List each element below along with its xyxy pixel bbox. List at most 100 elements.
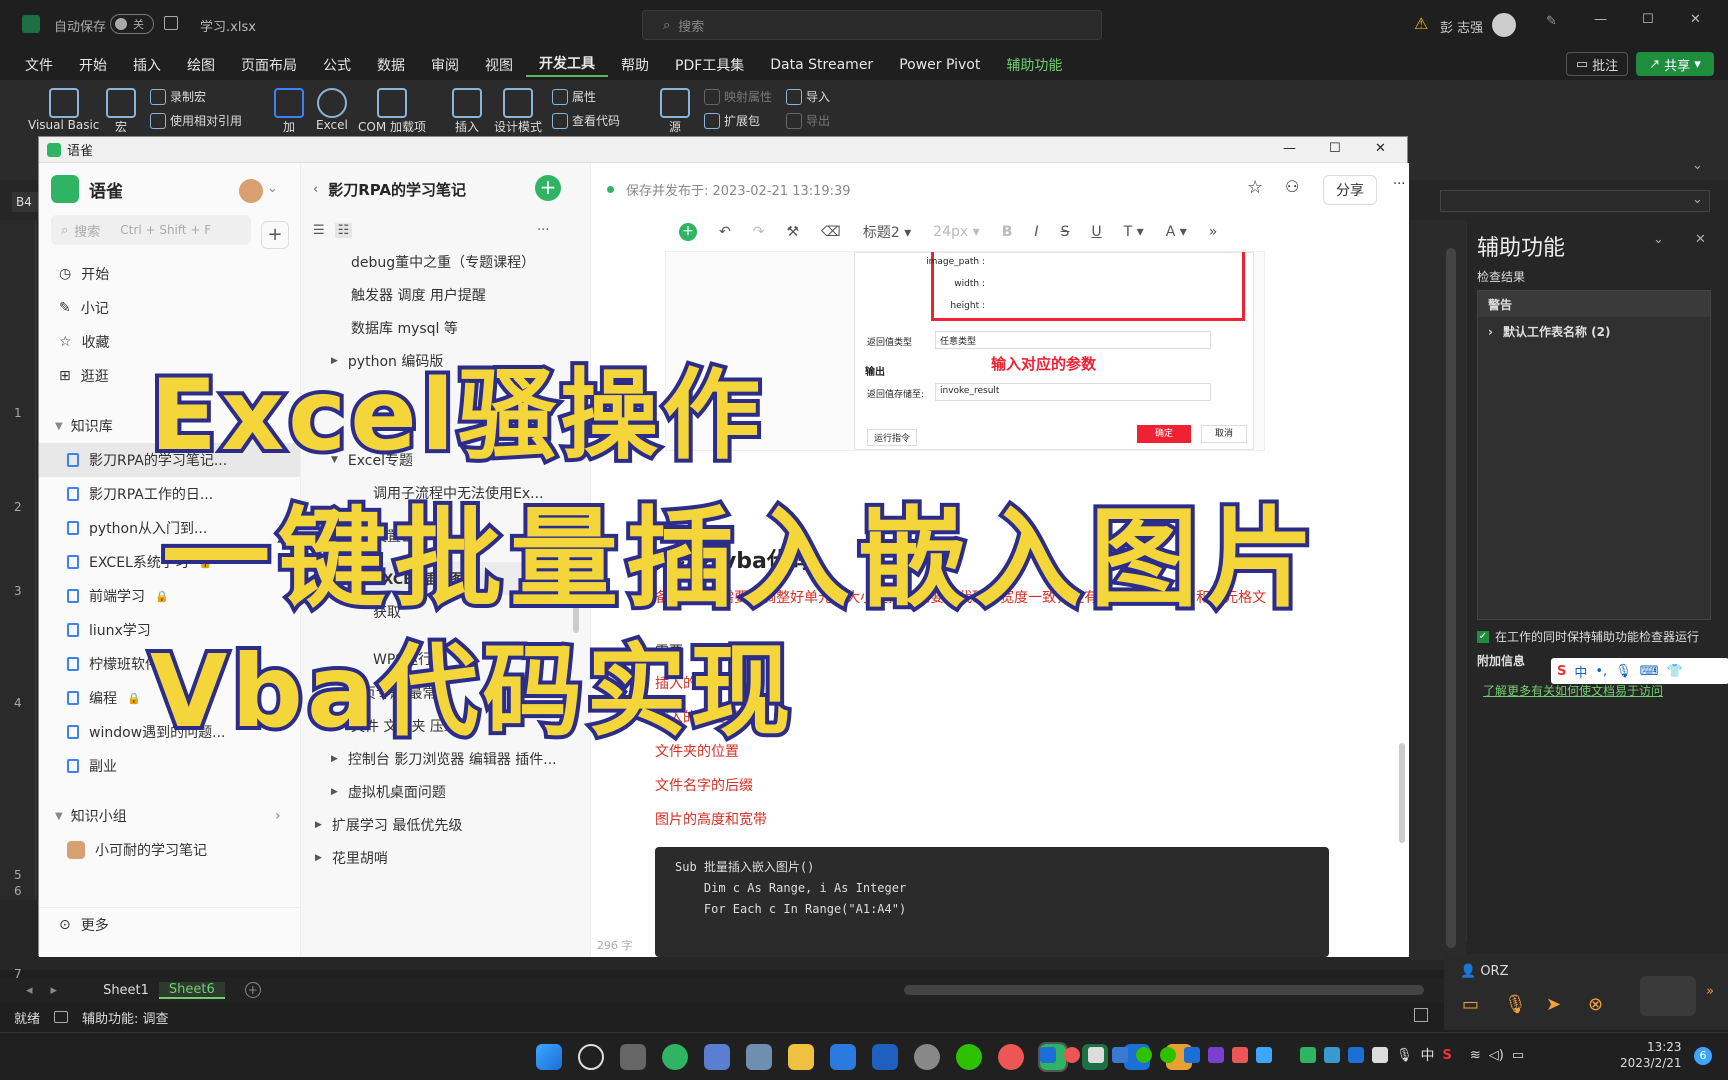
formula-bar[interactable] [1440,190,1710,212]
comments-button[interactable]: ▭ 批注 [1566,52,1628,76]
minimize-icon[interactable]: — [1594,12,1607,27]
sidebar-item-start[interactable]: ◷ 开始 [39,257,300,291]
tab-developer[interactable]: 开发工具 [526,53,608,77]
underline-icon[interactable]: U [1091,224,1101,240]
bold-icon[interactable]: B [1002,224,1013,240]
sidebar-item-notes[interactable]: ✎ 小记 [39,291,300,325]
row-header[interactable]: 5 [14,868,22,882]
toc-item[interactable]: debug董中之重（专题课程） [301,245,590,278]
view-code-button[interactable]: 查看代码 [552,112,620,129]
relative-ref-button[interactable]: 使用相对引用 [150,112,242,129]
expand-toolbar-icon[interactable]: » [1209,224,1218,240]
warning-item[interactable]: › 默认工作表名称 (2) [1478,317,1710,346]
more-icon[interactable]: ··· [537,223,549,238]
list-icon[interactable]: ☰ [313,223,325,238]
more-icon[interactable]: ··· [1393,177,1405,192]
tab-home[interactable]: 开始 [66,55,120,75]
properties-button[interactable]: 属性 [552,88,596,105]
next-sheet-icon[interactable]: ▸ [51,983,58,998]
tab-power-pivot[interactable]: Power Pivot [886,57,993,73]
source-button[interactable]: 源 [660,88,690,135]
eraser-icon[interactable]: ⌫ [821,224,841,240]
share-button[interactable]: ↗ 共享 ▾ [1636,52,1714,76]
tray-icon[interactable] [1040,1047,1056,1063]
keep-running-checkbox[interactable]: ✓ 在工作的同时保持辅助功能检查器运行 [1477,628,1699,645]
battery-icon[interactable]: ▭ [1512,1048,1524,1063]
close-icon[interactable]: ✕ [1375,141,1386,156]
excel-addins-button[interactable]: Excel [316,88,348,132]
ime-toolbar[interactable]: S 中 •, 🎙 ⌨ 👕 [1551,658,1728,684]
photos-icon[interactable] [746,1043,772,1070]
search-box[interactable]: ⌕ 搜索 [642,10,1102,40]
back-icon[interactable]: ‹ [313,182,318,197]
microphone-icon[interactable]: 🎙 [1504,994,1527,1015]
insert-control-button[interactable]: 插入 [452,88,482,135]
tab-data-streamer[interactable]: Data Streamer [757,57,886,73]
app-icon[interactable] [704,1043,730,1070]
start-icon[interactable] [536,1043,562,1070]
microphone-icon[interactable]: 🎙 [1396,1048,1413,1063]
clock[interactable]: 13:23 2023/2/21 [1620,1039,1682,1071]
tray-icon[interactable] [1184,1047,1200,1063]
export-button[interactable]: 导出 [786,112,830,129]
ime-indicator[interactable]: 中 [1421,1045,1435,1065]
tab-file[interactable]: 文件 [12,55,66,75]
macros-button[interactable]: 宏 [106,88,136,135]
sheet-tab-1[interactable]: Sheet1 [93,983,159,998]
tab-formulas[interactable]: 公式 [310,55,364,75]
map-properties-button[interactable]: 映射属性 [704,88,772,105]
horizontal-scrollbar[interactable] [904,985,1424,995]
code-block[interactable]: Sub 批量插入嵌入图片() Dim c As Range, i As Inte… [655,847,1329,957]
maximize-icon[interactable]: ☐ [1329,141,1341,156]
row-header[interactable]: 4 [14,696,22,710]
wifi-icon[interactable]: ≋ [1470,1048,1481,1063]
save-icon[interactable] [164,16,178,30]
notification-badge[interactable]: 6 [1694,1047,1712,1065]
insert-icon[interactable]: + [679,223,697,241]
toc-item[interactable]: ▶ 花里胡哨 [301,841,590,874]
tray-icon[interactable] [1136,1047,1152,1063]
expand-icon[interactable]: » [1706,984,1714,999]
expansion-pack-button[interactable]: 扩展包 [704,112,760,129]
star-icon[interactable]: ☆ [1247,177,1263,198]
wechat-icon[interactable] [956,1043,982,1070]
expand-formula-icon[interactable]: ⌄ [1692,192,1703,207]
pane-close-icon[interactable]: ✕ [1695,232,1706,247]
task-view-icon[interactable] [620,1043,646,1070]
font-color-icon[interactable]: A ▾ [1166,224,1187,240]
italic-icon[interactable]: I [1034,224,1038,240]
more-button[interactable]: ⊙ 更多 [39,907,301,941]
sogou-icon[interactable]: S [1443,1048,1452,1063]
tab-view[interactable]: 视图 [472,55,526,75]
font-size-select[interactable]: 24px ▾ [933,224,979,240]
search-input[interactable]: ⌕ 搜索 Ctrl + Shift + F [51,215,251,245]
sheet-tab-6[interactable]: Sheet6 [158,981,225,999]
group-item[interactable]: 小可耐的学习笔记 [39,833,300,867]
shield-icon[interactable] [872,1043,898,1070]
tray-icon[interactable] [1256,1047,1272,1063]
addins-button[interactable]: 加 [274,88,304,135]
add-doc-button[interactable]: + [535,175,561,201]
name-box[interactable]: B4 [12,192,40,212]
group-section-header[interactable]: ▼ 知识小组 › [39,799,300,833]
pointer-icon[interactable]: ➤ [1546,994,1561,1015]
tab-page-layout[interactable]: 页面布局 [228,55,310,75]
file-name[interactable]: 学习.xlsx [200,16,256,35]
folder-icon[interactable] [788,1043,814,1070]
tray-icon[interactable] [1324,1047,1340,1063]
rpa-icon[interactable] [830,1043,856,1070]
close-icon[interactable]: ✕ [1690,12,1701,27]
search-icon[interactable] [578,1043,604,1070]
tab-draw[interactable]: 绘图 [174,55,228,75]
avatar[interactable] [239,179,263,203]
import-button[interactable]: 导入 [786,88,830,105]
chat-icon[interactable]: ▭ [1462,994,1479,1015]
normal-view-icon[interactable] [1414,1008,1428,1022]
row-header[interactable]: 3 [14,584,22,598]
toc-item[interactable]: ▶ 扩展学习 最低优先级 [301,808,590,841]
minimize-icon[interactable]: — [1283,141,1296,156]
maximize-icon[interactable]: ☐ [1642,12,1654,27]
format-painter-icon[interactable]: ⚒ [786,224,799,240]
text-style-icon[interactable]: T ▾ [1124,224,1144,240]
accessibility-status[interactable]: 辅助功能: 调查 [82,1008,169,1027]
